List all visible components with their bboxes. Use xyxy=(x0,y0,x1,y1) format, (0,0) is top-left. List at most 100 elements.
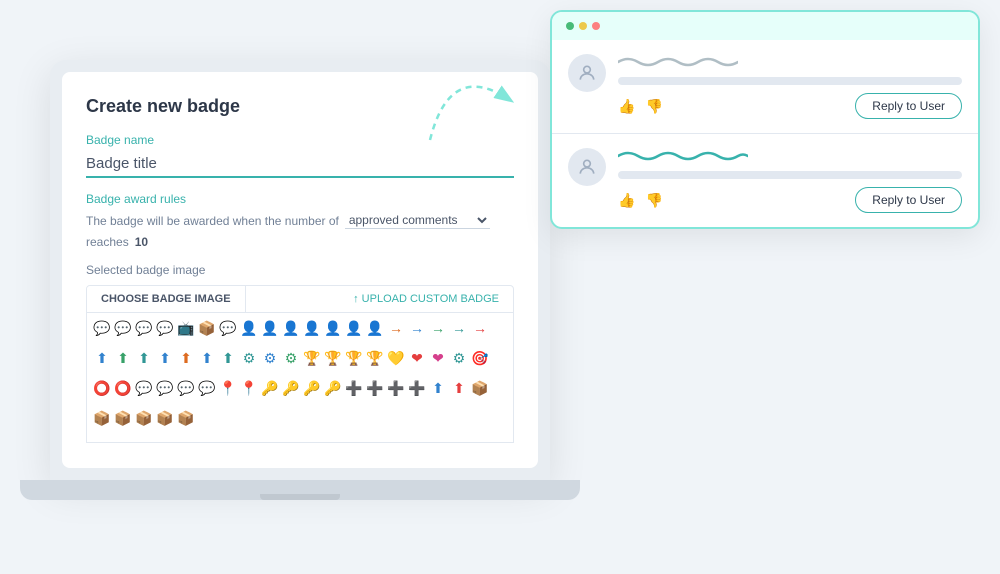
badge-icon[interactable]: 👤 xyxy=(261,319,279,337)
laptop-base xyxy=(20,480,580,500)
badge-icon[interactable]: → xyxy=(408,319,426,337)
badge-icon[interactable]: 📍 xyxy=(240,379,258,397)
badge-icon[interactable]: 📦 xyxy=(471,379,489,397)
comment-item-2: 👍 👎 Reply to User xyxy=(552,134,978,227)
badge-icon[interactable]: 👤 xyxy=(366,319,384,337)
badge-icon[interactable]: ⬆ xyxy=(219,349,237,367)
badge-icon[interactable]: 🔑 xyxy=(261,379,279,397)
award-rules-text-before: The badge will be awarded when the numbe… xyxy=(86,214,339,228)
badge-icon[interactable]: ⚙ xyxy=(261,349,279,367)
badge-icon[interactable]: ➕ xyxy=(366,379,384,397)
comment-panel: 👍 👎 Reply to User xyxy=(550,10,980,229)
tab-choose-badge[interactable]: CHOOSE BADGE IMAGE xyxy=(87,286,246,312)
scene: Create new badge Badge name Badge award … xyxy=(0,0,1000,574)
badge-icon[interactable]: 📦 xyxy=(93,409,111,427)
badge-icon[interactable]: 💬 xyxy=(156,319,174,337)
laptop-mockup: Create new badge Badge name Badge award … xyxy=(50,60,550,480)
badge-icon[interactable]: 💬 xyxy=(219,319,237,337)
badge-icon[interactable]: ⚙ xyxy=(240,349,258,367)
badge-icon[interactable]: ⬆ xyxy=(156,349,174,367)
comment-content-2: 👍 👎 Reply to User xyxy=(618,148,962,213)
reply-button-1[interactable]: Reply to User xyxy=(855,93,962,119)
comment-actions-1: 👍 👎 Reply to User xyxy=(618,93,962,119)
badge-icon[interactable]: 📦 xyxy=(135,409,153,427)
badge-icon[interactable]: 📦 xyxy=(177,409,195,427)
laptop-screen: Create new badge Badge name Badge award … xyxy=(62,72,538,468)
badge-icon[interactable]: → xyxy=(387,319,405,337)
badge-tabs-bar: CHOOSE BADGE IMAGE ↑ UPLOAD CUSTOM BADGE xyxy=(86,285,514,313)
dot-red xyxy=(592,22,600,30)
badge-icon[interactable]: 👤 xyxy=(240,319,258,337)
badge-icon[interactable]: 💬 xyxy=(198,379,216,397)
badge-icon[interactable]: 📦 xyxy=(198,319,216,337)
award-rules-reaches: reaches xyxy=(86,235,129,249)
badge-icon[interactable]: 📦 xyxy=(156,409,174,427)
badge-icon[interactable]: 🔑 xyxy=(324,379,342,397)
badge-icon[interactable]: 💬 xyxy=(177,379,195,397)
reply-button-2[interactable]: Reply to User xyxy=(855,187,962,213)
badge-icon[interactable]: → xyxy=(429,319,447,337)
panel-header xyxy=(552,12,978,40)
comment-wavy-1 xyxy=(618,54,738,68)
badge-icon[interactable]: ⬆ xyxy=(93,349,111,367)
badge-name-label: Badge name xyxy=(86,133,514,147)
badge-icon[interactable]: 🏆 xyxy=(303,349,321,367)
comment-actions-2: 👍 👎 Reply to User xyxy=(618,187,962,213)
badge-icon[interactable]: ➕ xyxy=(345,379,363,397)
badge-icon[interactable]: 👤 xyxy=(303,319,321,337)
badge-icon[interactable]: 📦 xyxy=(114,409,132,427)
badge-icon[interactable]: ⬆ xyxy=(198,349,216,367)
badge-icon[interactable]: 🏆 xyxy=(366,349,384,367)
badge-icon[interactable]: ➕ xyxy=(408,379,426,397)
badge-icon[interactable]: ⚙ xyxy=(282,349,300,367)
badge-icon[interactable]: ⬆ xyxy=(429,379,447,397)
badge-name-input[interactable] xyxy=(86,151,514,178)
award-rules-number: 10 xyxy=(135,235,148,249)
badge-icon[interactable]: ⬆ xyxy=(114,349,132,367)
form-title: Create new badge xyxy=(86,96,514,117)
comment-wavy-2 xyxy=(618,148,748,162)
badge-icon-grid: 💬 💬 💬 💬 📺 📦 💬 👤 👤 👤 👤 👤 👤 👤 → → → → → xyxy=(86,313,514,443)
badge-icon[interactable]: → xyxy=(471,319,489,337)
thumbs-up-1[interactable]: 👍 xyxy=(618,98,635,115)
badge-icon[interactable]: ➕ xyxy=(387,379,405,397)
badge-icon[interactable]: 🏆 xyxy=(345,349,363,367)
badge-icon[interactable]: 💬 xyxy=(114,319,132,337)
badge-icon[interactable]: 🎯 xyxy=(471,349,489,367)
badge-icon[interactable]: 👤 xyxy=(345,319,363,337)
award-rules-select[interactable]: approved comments xyxy=(345,212,490,229)
badge-icon[interactable]: 🔑 xyxy=(282,379,300,397)
avatar-1 xyxy=(568,54,606,92)
thumbs-down-2[interactable]: 👎 xyxy=(645,192,662,209)
badge-icon[interactable]: 💬 xyxy=(135,319,153,337)
badge-icon[interactable]: ⬆ xyxy=(177,349,195,367)
comment-item-1: 👍 👎 Reply to User xyxy=(552,40,978,134)
badge-icon[interactable]: ⬆ xyxy=(450,379,468,397)
award-rules-label: Badge award rules xyxy=(86,192,514,206)
badge-icon[interactable]: ❤ xyxy=(429,349,447,367)
badge-icon[interactable]: 💬 xyxy=(135,379,153,397)
badge-icon[interactable]: ⚙ xyxy=(450,349,468,367)
badge-icon[interactable]: 📺 xyxy=(177,319,195,337)
badge-icon[interactable]: → xyxy=(450,319,468,337)
thumbs-down-1[interactable]: 👎 xyxy=(645,98,662,115)
badge-icon[interactable]: ⭕ xyxy=(114,379,132,397)
vote-buttons-2: 👍 👎 xyxy=(618,192,663,209)
badge-icon[interactable]: 💬 xyxy=(93,319,111,337)
badge-icon[interactable]: 💛 xyxy=(387,349,405,367)
badge-icon[interactable]: ⭕ xyxy=(93,379,111,397)
badge-icon[interactable]: 👤 xyxy=(324,319,342,337)
tab-upload-badge[interactable]: ↑ UPLOAD CUSTOM BADGE xyxy=(339,286,513,312)
badge-icon[interactable]: 💬 xyxy=(156,379,174,397)
badge-icon[interactable]: 📍 xyxy=(219,379,237,397)
thumbs-up-2[interactable]: 👍 xyxy=(618,192,635,209)
badge-icon[interactable]: 👤 xyxy=(282,319,300,337)
comment-line-2 xyxy=(618,171,962,179)
badge-icon[interactable]: 🏆 xyxy=(324,349,342,367)
avatar-2 xyxy=(568,148,606,186)
vote-buttons-1: 👍 👎 xyxy=(618,98,663,115)
badge-icon[interactable]: ❤ xyxy=(408,349,426,367)
badge-icon[interactable]: ⬆ xyxy=(135,349,153,367)
dot-yellow xyxy=(579,22,587,30)
badge-icon[interactable]: 🔑 xyxy=(303,379,321,397)
